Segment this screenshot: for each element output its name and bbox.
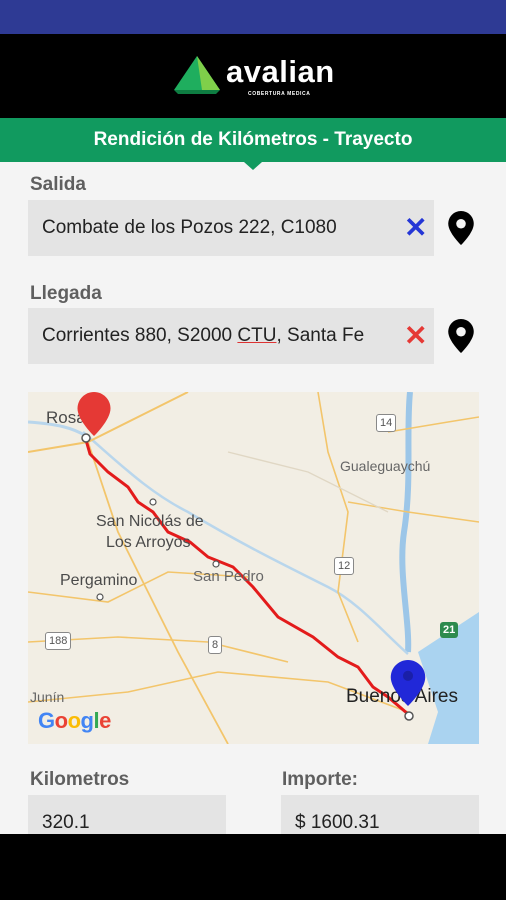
llegada-label: Llegada <box>30 283 102 304</box>
kilometros-value: 320.1 <box>42 812 90 833</box>
route-shield-12: 12 <box>334 557 355 575</box>
destination-marker-icon[interactable] <box>390 660 426 706</box>
google-attribution: Google <box>38 708 111 734</box>
kilometros-field[interactable]: 320.1 <box>28 795 226 834</box>
title-bar: Rendición de Kilómetros - Trayecto <box>0 118 506 162</box>
brand-name: avalian <box>226 54 335 89</box>
salida-value: Combate de los Pozos 222, C1080 <box>42 217 337 238</box>
salida-map-pin-icon[interactable] <box>448 211 474 245</box>
origin-marker-icon[interactable] <box>76 392 112 436</box>
map-label-san-nicolas-2: Los Arroyos <box>106 534 191 551</box>
google-letter-g2: g <box>80 708 94 733</box>
salida-field[interactable]: Combate de los Pozos 222, C1080 ✕ <box>28 200 434 256</box>
map-label-san-nicolas-1: San Nicolás de <box>96 513 204 530</box>
avalian-logo-icon <box>174 56 220 94</box>
llegada-value: Corrientes 880, S2000 CTU, Santa Fe <box>42 308 378 364</box>
route-shield-188: 188 <box>45 632 72 650</box>
title-notch <box>244 162 262 170</box>
importe-value: $ 1600.31 <box>295 812 380 833</box>
salida-label: Salida <box>30 174 86 195</box>
map-label-gualeguaychu: Gualeguaychú <box>340 458 431 474</box>
map-label-junin: Junín <box>30 689 65 705</box>
navigation-bar <box>0 834 506 900</box>
route-shield-21: 21 <box>440 622 459 638</box>
llegada-map-pin-icon[interactable] <box>448 319 474 353</box>
llegada-value-postcode: CTU <box>237 325 277 346</box>
salida-clear-icon[interactable]: ✕ <box>404 214 427 242</box>
llegada-value-end: , Santa Fe <box>276 325 365 346</box>
map-label-san-pedro: San Pedro <box>193 568 264 585</box>
page-title: Rendición de Kilómetros - Trayecto <box>93 129 413 150</box>
route-shield-14: 14 <box>376 414 397 432</box>
google-letter-o2: o <box>67 708 81 733</box>
importe-label: Importe: <box>282 769 358 790</box>
google-letter-g: G <box>38 708 55 733</box>
importe-field[interactable]: $ 1600.31 <box>281 795 479 834</box>
google-letter-o1: o <box>54 708 68 733</box>
map-label-pergamino: Pergamino <box>60 572 138 589</box>
route-shield-8: 8 <box>208 636 223 654</box>
route-map[interactable]: Rosario San Nicolás de Los Arroyos Perga… <box>28 392 479 744</box>
google-letter-e: e <box>99 708 111 733</box>
brand-tagline: COBERTURA MEDICA <box>248 91 311 97</box>
llegada-value-start: Corrientes 880, S2000 <box>42 325 238 346</box>
kilometros-label: Kilometros <box>30 769 130 790</box>
status-bar <box>0 0 506 34</box>
app-header: avalian COBERTURA MEDICA <box>0 34 506 118</box>
llegada-field[interactable]: Corrientes 880, S2000 CTU, Santa Fe ✕ <box>28 308 434 364</box>
llegada-clear-icon[interactable]: ✕ <box>404 322 427 350</box>
